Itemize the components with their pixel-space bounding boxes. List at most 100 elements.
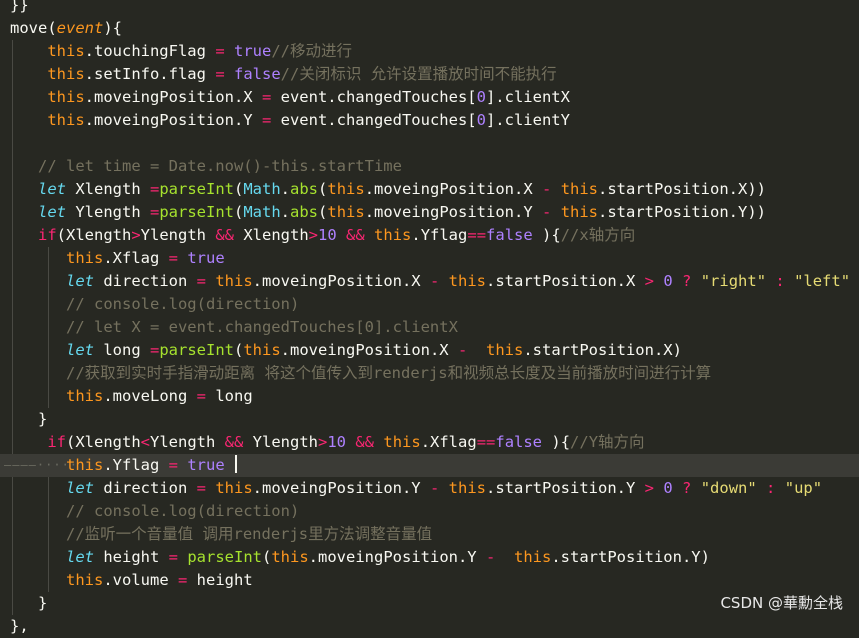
- code-token: .moveingPosition.Y: [364, 203, 542, 221]
- code-line[interactable]: // let X = event.changedTouches[0].clien…: [0, 316, 859, 339]
- code-line[interactable]: let direction = this.moveingPosition.X -…: [0, 270, 859, 293]
- code-editor[interactable]: }} move(event){ this.touchingFlag = true/…: [0, 0, 859, 638]
- code-line[interactable]: this.touchingFlag = true//移动进行: [0, 40, 859, 63]
- code-token: .Yflag: [103, 456, 169, 474]
- code-token: false: [486, 226, 533, 244]
- code-token: }: [10, 594, 48, 612]
- code-line[interactable]: //监听一个音量值 调用renderjs里方法调整音量值: [0, 523, 859, 546]
- code-token: Math: [243, 180, 281, 198]
- code-token: -: [457, 341, 468, 359]
- code-token: "right": [700, 272, 767, 290]
- code-token: =: [168, 249, 178, 267]
- code-token: =: [215, 65, 225, 83]
- code-token: 0: [476, 88, 486, 106]
- code-text: if(Xlength<Ylength && Ylength>10 && this…: [10, 431, 644, 454]
- code-line[interactable]: this.moveLong = long: [0, 385, 859, 408]
- code-token: >: [308, 226, 318, 244]
- code-line-current[interactable]: ————····· this.Yflag = true: [0, 454, 859, 477]
- code-line[interactable]: let Xlength =parseInt(Math.abs(this.move…: [0, 178, 859, 201]
- code-line[interactable]: [0, 132, 859, 155]
- code-line[interactable]: },: [0, 615, 859, 638]
- code-text: let direction = this.moveingPosition.X -…: [10, 270, 850, 293]
- code-token: >: [644, 272, 654, 290]
- code-token: this: [448, 479, 486, 497]
- code-text: // console.log(direction): [10, 293, 299, 316]
- code-line[interactable]: let Ylength =parseInt(Math.abs(this.move…: [0, 201, 859, 224]
- code-token: height: [187, 571, 253, 589]
- code-token: this: [486, 341, 524, 359]
- code-token: -: [429, 272, 440, 290]
- code-line[interactable]: this.setInfo.flag = false//关闭标识 允许设置播放时间…: [0, 63, 859, 86]
- code-line[interactable]: this.volume = height: [0, 569, 859, 592]
- code-token: parseInt: [187, 548, 262, 566]
- code-token: .: [280, 203, 291, 221]
- code-token: .startPosition.X: [486, 272, 645, 290]
- code-token: }: [10, 410, 48, 428]
- code-line[interactable]: this.moveingPosition.X = event.changedTo…: [0, 86, 859, 109]
- code-token: ?: [682, 272, 692, 290]
- code-line[interactable]: let direction = this.moveingPosition.Y -…: [0, 477, 859, 500]
- code-line[interactable]: let long =parseInt(this.moveingPosition.…: [0, 339, 859, 362]
- code-line[interactable]: move(event){: [0, 17, 859, 40]
- code-token: this: [66, 387, 104, 405]
- code-token: &&: [355, 433, 375, 451]
- code-token: this: [47, 65, 85, 83]
- code-line[interactable]: if(Xlength>Ylength && Xlength>10 && this…: [0, 224, 859, 247]
- code-token: ==: [467, 226, 487, 244]
- code-token: ].clientY: [485, 111, 570, 129]
- code-line[interactable]: let height = parseInt(this.moveingPositi…: [0, 546, 859, 569]
- code-text: let Xlength =parseInt(Math.abs(this.move…: [10, 178, 766, 201]
- code-token: direction: [94, 272, 197, 290]
- code-token: 0: [663, 479, 673, 497]
- code-token: event.changedTouches[: [271, 88, 477, 106]
- code-token: this: [66, 571, 104, 589]
- code-line[interactable]: }}: [0, 0, 859, 17]
- code-token: this: [560, 180, 599, 198]
- code-token: "down": [700, 479, 757, 497]
- code-line[interactable]: }: [0, 408, 859, 431]
- code-token: .moveingPosition.X: [84, 88, 262, 106]
- code-token: // console.log(direction): [10, 295, 300, 313]
- code-line[interactable]: this.moveingPosition.Y = event.changedTo…: [0, 109, 859, 132]
- code-line[interactable]: // let time = Date.now()-this.startTime: [0, 155, 859, 178]
- code-text: let long =parseInt(this.moveingPosition.…: [10, 339, 682, 362]
- code-line[interactable]: // console.log(direction): [0, 500, 859, 523]
- code-text: this.moveingPosition.X = event.changedTo…: [10, 86, 570, 109]
- code-token: this: [66, 456, 104, 474]
- code-token: abs: [290, 203, 319, 221]
- code-text: this.moveLong = long: [10, 385, 253, 408]
- code-token: parseInt: [159, 203, 234, 221]
- code-line[interactable]: // console.log(direction): [0, 293, 859, 316]
- code-token: -: [429, 479, 440, 497]
- code-token: .Xflag: [420, 433, 477, 451]
- code-token: Ylength: [150, 433, 225, 451]
- code-token: .moveingPosition.X: [280, 341, 458, 359]
- code-token: this: [560, 203, 599, 221]
- code-token: .moveLong: [103, 387, 197, 405]
- code-token: //监听一个音量值 调用renderjs里方法调整音量值: [10, 525, 433, 543]
- code-token: let: [38, 180, 66, 198]
- code-line[interactable]: if(Xlength<Ylength && Ylength>10 && this…: [0, 431, 859, 454]
- code-token: //获取到实时手指滑动距离 将这个值传入到renderjs和视频总长度及当前播放…: [10, 364, 712, 382]
- code-token: }}: [10, 0, 29, 14]
- code-text: //监听一个音量值 调用renderjs里方法调整音量值: [10, 523, 432, 546]
- code-token: .moveingPosition.Y: [84, 111, 262, 129]
- code-line[interactable]: this.Xflag = true: [0, 247, 859, 270]
- code-token: =: [196, 479, 206, 497]
- code-token: this: [47, 111, 85, 129]
- code-text: this.moveingPosition.Y = event.changedTo…: [10, 109, 570, 132]
- code-line[interactable]: //获取到实时手指滑动距离 将这个值传入到renderjs和视频总长度及当前播放…: [0, 362, 859, 385]
